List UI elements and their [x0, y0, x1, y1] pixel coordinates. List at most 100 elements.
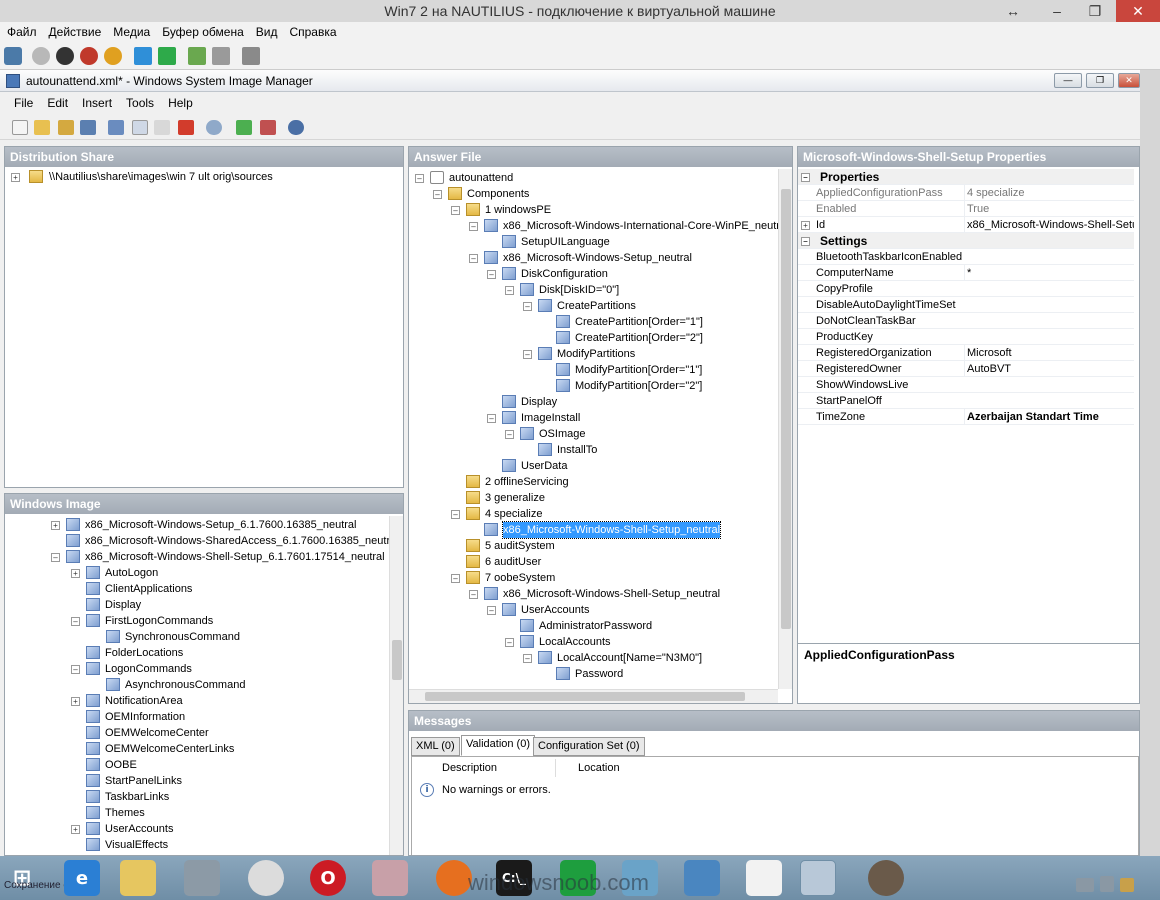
menu-file[interactable]: File — [0, 92, 40, 114]
property-row[interactable]: TimeZone Azerbaijan Standart Time — [798, 409, 1134, 425]
firefox-icon[interactable] — [436, 860, 472, 896]
collapse-icon[interactable]: – — [801, 173, 810, 182]
answer-file-node[interactable]: AdministratorPassword — [409, 618, 778, 634]
windows-image-node[interactable]: Themes — [5, 805, 389, 821]
answer-file-node[interactable]: CreatePartition[Order="2"] — [409, 330, 778, 346]
windows-image-node[interactable]: FolderLocations — [5, 645, 389, 661]
vm-menu-help[interactable]: Справка — [283, 22, 342, 42]
windows-image-node[interactable]: AsynchronousCommand — [5, 677, 389, 693]
mouse-icon[interactable] — [1100, 876, 1114, 892]
expand-icon[interactable]: + — [51, 521, 60, 530]
windows-image-node[interactable]: OEMWelcomeCenter — [5, 725, 389, 741]
turn-off-icon[interactable] — [56, 47, 74, 65]
expand-icon[interactable]: + — [11, 173, 20, 182]
windows-image-node[interactable]: TaskbarLinks — [5, 789, 389, 805]
enhanced-session-icon[interactable] — [242, 47, 260, 65]
paste-icon[interactable] — [154, 120, 170, 135]
collapse-icon[interactable]: – — [487, 414, 496, 423]
vm-back-button[interactable]: ↔ — [996, 0, 1030, 22]
hyper-v-connection-icon[interactable] — [800, 860, 836, 896]
property-row[interactable]: DisableAutoDaylightTimeSet — [798, 297, 1134, 313]
burn-disc-icon[interactable] — [868, 860, 904, 896]
expand-icon[interactable]: + — [71, 569, 80, 578]
property-category[interactable]: – Properties — [798, 169, 1134, 185]
collapse-icon[interactable]: – — [487, 270, 496, 279]
property-row[interactable]: BluetoothTaskbarIconEnabled — [798, 249, 1134, 265]
windows-image-node[interactable]: SynchronousCommand — [5, 629, 389, 645]
answer-file-node[interactable]: – 4 specialize — [409, 506, 778, 522]
wsim-close-button[interactable]: ✕ — [1118, 73, 1140, 88]
save-icon[interactable] — [80, 120, 96, 135]
open-distribution-icon[interactable] — [58, 120, 74, 135]
collapse-icon[interactable]: – — [51, 553, 60, 562]
property-row[interactable]: ShowWindowsLive — [798, 377, 1134, 393]
answer-file-node[interactable]: – LocalAccount[Name="N3M0"] — [409, 650, 778, 666]
windows-image-node[interactable]: OEMInformation — [5, 709, 389, 725]
property-value[interactable]: * — [964, 265, 1134, 281]
keyboard-icon[interactable] — [1076, 878, 1094, 892]
help-icon[interactable] — [288, 120, 304, 135]
column-location[interactable]: Location — [556, 759, 856, 777]
collapse-icon[interactable]: – — [469, 222, 478, 231]
property-value[interactable]: x86_Microsoft-Windows-Shell-Setup — [964, 217, 1134, 233]
windows-image-node[interactable]: + AutoLogon — [5, 565, 389, 581]
answer-file-node[interactable]: – Disk[DiskID="0"] — [409, 282, 778, 298]
answer-file-node[interactable]: – 7 oobeSystem — [409, 570, 778, 586]
answer-file-node[interactable]: – x86_Microsoft-Windows-International-Cor… — [409, 218, 778, 234]
windows-image-scrollbar[interactable] — [389, 516, 403, 855]
answer-file-node[interactable]: SetupUILanguage — [409, 234, 778, 250]
vm-minimize-button[interactable]: – — [1040, 0, 1074, 22]
reset-icon[interactable] — [158, 47, 176, 65]
windows-image-node[interactable]: ClientApplications — [5, 581, 389, 597]
collapse-icon[interactable]: – — [71, 617, 80, 626]
property-row[interactable]: ProductKey — [798, 329, 1134, 345]
property-value[interactable]: Microsoft — [964, 345, 1134, 361]
answer-file-node[interactable]: – 1 windowsPE — [409, 202, 778, 218]
windows-image-node[interactable]: + x86_Microsoft-Windows-Setup_6.1.7600.16… — [5, 517, 389, 533]
expand-icon[interactable]: + — [71, 825, 80, 834]
save-state-icon[interactable] — [104, 47, 122, 65]
answer-file-node[interactable]: InstallTo — [409, 442, 778, 458]
answer-file-node[interactable]: 6 auditUser — [409, 554, 778, 570]
menu-tools[interactable]: Tools — [119, 92, 161, 114]
windows-image-node[interactable]: VisualEffects — [5, 837, 389, 853]
windows-image-node[interactable]: x86_Microsoft-Windows-SharedAccess_6.1.7… — [5, 533, 389, 549]
windows-image-node[interactable]: Display — [5, 597, 389, 613]
collapse-icon[interactable]: – — [415, 174, 424, 183]
answer-file-node[interactable]: – CreatePartitions — [409, 298, 778, 314]
collapse-icon[interactable]: – — [523, 350, 532, 359]
copy-icon[interactable] — [132, 120, 148, 135]
property-row[interactable]: AppliedConfigurationPass 4 specialize — [798, 185, 1134, 201]
answer-file-node[interactable]: – OSImage — [409, 426, 778, 442]
shutdown-icon[interactable] — [80, 47, 98, 65]
start-icon[interactable] — [32, 47, 50, 65]
cut-icon[interactable] — [108, 120, 124, 135]
property-row[interactable]: StartPanelOff — [798, 393, 1134, 409]
snapshot-icon[interactable] — [188, 47, 206, 65]
property-row[interactable]: ComputerName * — [798, 265, 1134, 281]
windows-image-node[interactable]: – x86_Microsoft-Windows-Shell-Setup_6.1.7… — [5, 549, 389, 565]
collapse-icon[interactable]: – — [451, 206, 460, 215]
windows-image-node[interactable]: OOBE — [5, 757, 389, 773]
property-value[interactable]: AutoBVT — [964, 361, 1134, 377]
server-manager-icon[interactable] — [184, 860, 220, 896]
collapse-icon[interactable]: – — [469, 590, 478, 599]
vm-menu-action[interactable]: Действие — [43, 22, 108, 42]
answer-file-node[interactable]: Password — [409, 666, 778, 682]
windows-image-node[interactable]: + NotificationArea — [5, 693, 389, 709]
validate-icon[interactable] — [236, 120, 252, 135]
lock-icon[interactable] — [1120, 878, 1134, 892]
answer-file-node[interactable]: – x86_Microsoft-Windows-Shell-Setup_neutr… — [409, 586, 778, 602]
create-config-set-icon[interactable] — [260, 120, 276, 135]
find-icon[interactable] — [206, 120, 222, 135]
collapse-icon[interactable]: – — [523, 654, 532, 663]
answer-file-node[interactable]: – Components — [409, 186, 778, 202]
answer-file-node[interactable]: – LocalAccounts — [409, 634, 778, 650]
collapse-icon[interactable]: – — [71, 665, 80, 674]
vm-menu-clipboard[interactable]: Буфер обмена — [156, 22, 250, 42]
vm-scrollbar[interactable] — [1140, 70, 1160, 856]
property-value[interactable]: True — [964, 201, 1134, 217]
column-description[interactable]: Description — [436, 759, 556, 777]
vm-menu-file[interactable]: Файл — [0, 22, 43, 42]
windows-image-node[interactable]: – FirstLogonCommands — [5, 613, 389, 629]
